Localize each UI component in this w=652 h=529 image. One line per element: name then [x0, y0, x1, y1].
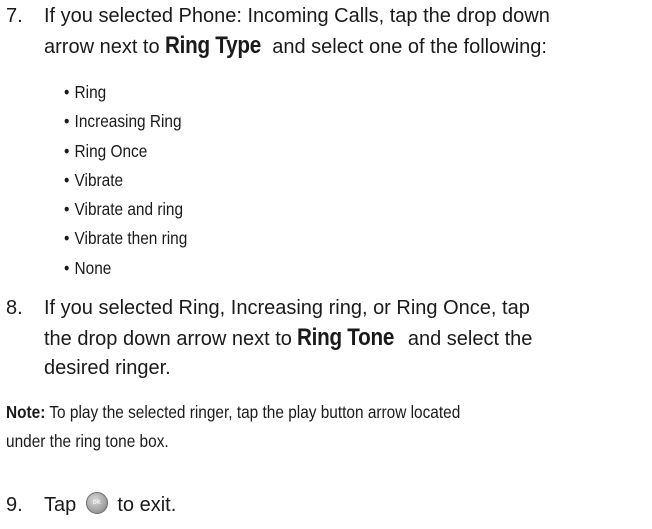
note: Note: To play the selected ringer, tap t…	[6, 398, 622, 456]
step-7-text: If you selected Phone: Incoming Calls, t…	[44, 2, 650, 62]
step-8-number: 8.	[6, 297, 23, 319]
manual-page: 7. If you selected Phone: Incoming Calls…	[0, 0, 652, 529]
list-item: Increasing Ring	[64, 107, 187, 136]
ok-button-icon: ok	[85, 492, 108, 514]
step-7-line-1: If you selected Phone: Incoming Calls, t…	[44, 5, 550, 27]
step-8-text: If you selected Ring, Increasing ring, o…	[44, 294, 650, 383]
list-item: Vibrate and ring	[64, 195, 187, 224]
step-7-line-2-pre: arrow next to	[44, 36, 166, 58]
step-7: 7. If you selected Phone: Incoming Calls…	[0, 2, 650, 62]
note-line-1: Note: To play the selected ringer, tap t…	[6, 398, 622, 427]
list-item: Ring Once	[64, 137, 187, 166]
step-8-line-3: desired ringer.	[44, 357, 171, 379]
step-8-line-1: If you selected Ring, Increasing ring, o…	[44, 297, 530, 319]
step-9-number: 9.	[6, 494, 23, 516]
step-8-line-2-post: and select the	[402, 328, 533, 350]
step-7-number: 7.	[6, 5, 23, 27]
step-9: 9. Tap ok to exit.	[0, 491, 650, 520]
ring-type-label: Ring Type	[165, 32, 262, 59]
step-7-line-2: arrow next to Ring Type and select one o…	[44, 31, 650, 62]
step-8-line-2: the drop down arrow next to Ring Tone an…	[44, 323, 650, 354]
note-text-1: To play the selected ringer, tap the pla…	[45, 402, 461, 422]
ring-type-options-list: Ring Increasing Ring Ring Once Vibrate V…	[64, 78, 188, 283]
step-9-post: to exit.	[111, 494, 177, 516]
step-9-text: Tap ok to exit.	[44, 491, 650, 520]
step-8-line-2-pre: the drop down arrow next to	[44, 328, 298, 350]
note-label: Note:	[6, 402, 46, 422]
list-item: Vibrate	[64, 166, 187, 195]
ok-icon-label: ok	[92, 498, 101, 506]
list-item: None	[64, 254, 187, 283]
list-item: Vibrate then ring	[64, 224, 188, 253]
step-8: 8. If you selected Ring, Increasing ring…	[0, 294, 650, 383]
step-7-line-2-post: and select one of the following:	[266, 36, 547, 58]
step-9-pre: Tap	[44, 494, 82, 516]
ring-tone-label: Ring Tone	[297, 324, 395, 351]
note-line-2: under the ring tone box.	[6, 431, 169, 451]
list-item: Ring	[64, 78, 187, 107]
